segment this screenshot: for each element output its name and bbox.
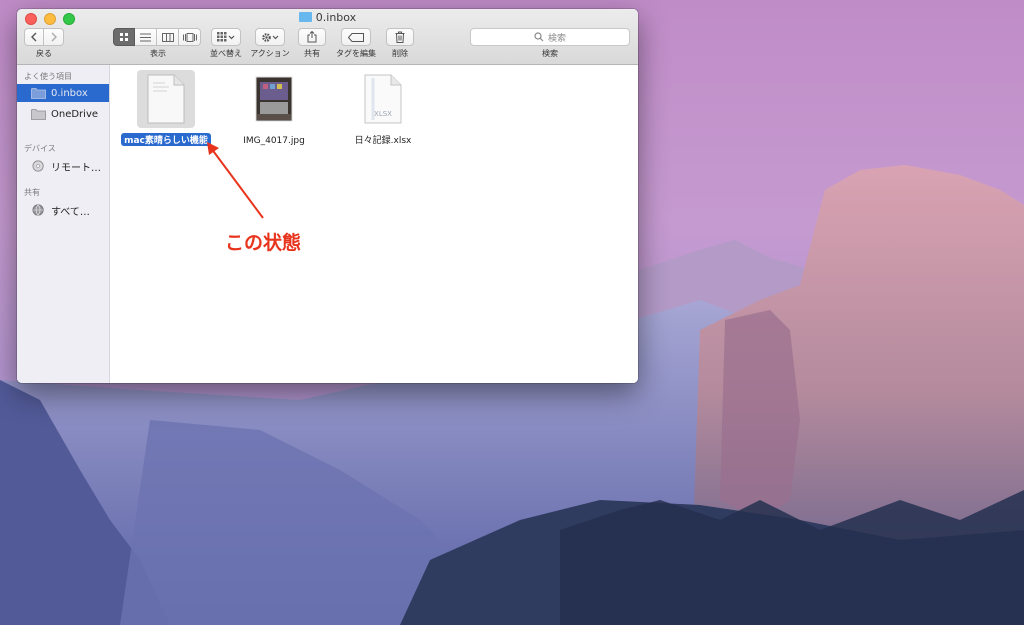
file-area: mac素晴らしい機能 IMG_4017.jpg XLSX 日々記録.xlsx — [110, 65, 638, 383]
folder-icon — [31, 109, 46, 120]
window-title-text: 0.inbox — [315, 11, 357, 24]
tags-label: タグを編集 — [336, 49, 376, 58]
file-thumbnail: XLSX — [354, 70, 412, 128]
arrange-label: 並べ替え — [210, 49, 242, 58]
xlsx-badge: XLSX — [374, 110, 392, 118]
search-icon — [534, 32, 544, 42]
disc-icon — [32, 160, 44, 172]
forward-button[interactable] — [44, 28, 64, 46]
icon-view-button[interactable] — [113, 28, 135, 46]
action-button[interactable] — [255, 28, 285, 46]
delete-label: 削除 — [392, 49, 408, 58]
share-icon — [307, 31, 317, 43]
back-label: 戻る — [36, 49, 52, 58]
file-item[interactable]: XLSX 日々記録.xlsx — [336, 70, 430, 147]
view-label: 表示 — [150, 49, 166, 58]
edit-tags-button[interactable] — [341, 28, 371, 46]
annotation-arrow — [207, 142, 264, 219]
document-icon — [147, 74, 185, 124]
sidebar-item-remote-disc[interactable]: リモート… — [17, 157, 109, 175]
chevron-right-icon — [51, 32, 57, 42]
file-name[interactable]: 日々記録.xlsx — [352, 133, 415, 146]
share-label: 共有 — [304, 49, 320, 58]
sidebar-heading-favorites: よく使う項目 — [24, 72, 72, 81]
coverflow-icon — [182, 32, 197, 42]
columns-icon — [161, 32, 174, 42]
sidebar-item-label: すべて… — [51, 206, 90, 218]
trash-icon — [395, 31, 405, 43]
gear-icon — [262, 32, 279, 42]
sidebar: よく使う項目 0.inbox OneDrive デバイス リモート… 共有 すべ… — [17, 65, 110, 383]
action-label: アクション — [250, 49, 290, 58]
share-button[interactable] — [298, 28, 326, 46]
sidebar-item-label: リモート… — [51, 162, 101, 174]
search-field[interactable]: 検索 — [470, 28, 630, 46]
annotation-label: この状態 — [225, 232, 302, 254]
file-thumbnail — [137, 70, 195, 128]
list-icon — [140, 33, 151, 41]
finder-window: 0.inbox 戻る 表示 並べ替え アクション 共有 タグを編集 削除 検索 … — [17, 9, 638, 383]
list-view-button[interactable] — [135, 28, 157, 46]
xlsx-document-icon: XLSX — [364, 74, 402, 124]
column-view-button[interactable] — [157, 28, 179, 46]
image-thumbnail-icon — [255, 76, 293, 122]
toolbar: 0.inbox 戻る 表示 並べ替え アクション 共有 タグを編集 削除 検索 … — [17, 9, 638, 65]
sidebar-item-label: 0.inbox — [51, 87, 88, 99]
tag-icon — [348, 32, 364, 42]
back-button[interactable] — [24, 28, 44, 46]
arrange-grid-icon — [217, 32, 235, 42]
search-label: 検索 — [542, 49, 558, 58]
search-placeholder: 検索 — [547, 33, 566, 44]
folder-icon — [298, 12, 312, 22]
file-thumbnail — [245, 70, 303, 128]
sidebar-item-all-shared[interactable]: すべて… — [17, 201, 109, 219]
sidebar-heading-shared: 共有 — [24, 188, 40, 197]
sidebar-item-label: OneDrive — [51, 108, 99, 120]
delete-button[interactable] — [386, 28, 414, 46]
window-title: 0.inbox — [17, 11, 638, 24]
view-mode-control — [113, 28, 201, 46]
sidebar-item-onedrive[interactable]: OneDrive — [17, 105, 109, 123]
chevron-left-icon — [31, 32, 37, 42]
folder-icon — [31, 88, 46, 99]
sidebar-heading-devices: デバイス — [24, 144, 56, 153]
grid-icon — [120, 33, 128, 41]
sidebar-item-0-inbox[interactable]: 0.inbox — [17, 84, 109, 102]
globe-icon — [32, 204, 44, 216]
arrange-button[interactable] — [211, 28, 241, 46]
coverflow-view-button[interactable] — [179, 28, 201, 46]
